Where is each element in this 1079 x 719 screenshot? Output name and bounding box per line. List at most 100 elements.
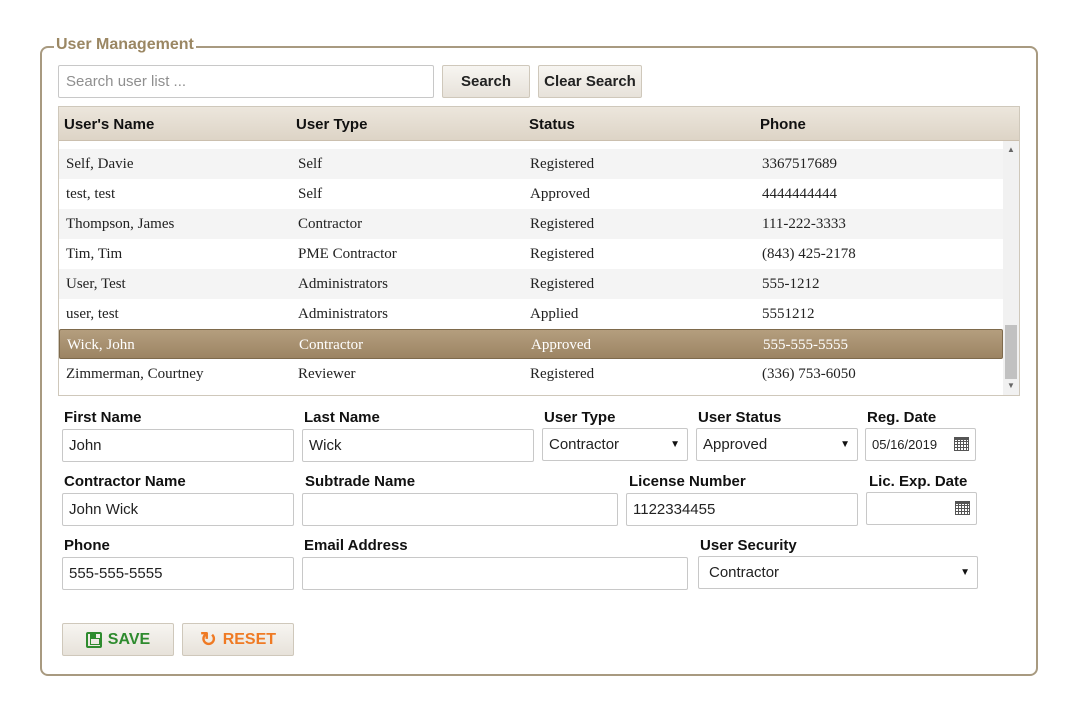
phone-field[interactable]: 555-555-5555 xyxy=(62,557,294,590)
user-security-value: Contractor xyxy=(709,564,780,581)
table-row[interactable]: User, Test Administrators Registered 555-12… xyxy=(59,269,1003,299)
table-cell: Thompson, James xyxy=(66,216,175,232)
table-cell: Administrators xyxy=(298,276,388,292)
table-row[interactable]: test, test Self Approved 4444444444 xyxy=(59,179,1003,209)
save-button[interactable]: SAVE xyxy=(62,623,174,656)
table-cell: Contractor xyxy=(299,337,364,353)
user-grid: User's Name User Type Status Phone Rossm… xyxy=(58,106,1020,396)
table-cell: Registered xyxy=(530,276,595,292)
table-cell: Self xyxy=(298,186,323,202)
column-header-status[interactable]: Status xyxy=(529,116,575,133)
table-cell: Approved xyxy=(530,186,590,202)
user-status-label: User Status xyxy=(698,409,782,426)
table-cell: 3367517689 xyxy=(762,156,837,172)
table-cell: (843) 425-2178 xyxy=(762,246,856,262)
reg-date-field[interactable]: 05/16/2019 xyxy=(865,428,976,461)
phone-label: Phone xyxy=(64,537,110,554)
table-cell: Rossmann, George xyxy=(66,141,180,143)
user-status-select[interactable]: Approved ▼ xyxy=(696,428,858,461)
scroll-up-arrow-icon[interactable]: ▲ xyxy=(1003,143,1019,157)
table-cell: 555-1212 xyxy=(762,276,820,292)
scroll-down-arrow-icon[interactable]: ▼ xyxy=(1003,379,1019,393)
floppy-disk-icon xyxy=(85,631,102,648)
table-cell: Applied xyxy=(530,306,579,322)
table-cell: Self xyxy=(298,156,323,172)
reg-date-label: Reg. Date xyxy=(867,409,937,426)
table-cell: Tim, Tim xyxy=(66,246,123,262)
user-type-label: User Type xyxy=(544,409,616,426)
calendar-icon[interactable] xyxy=(954,437,969,451)
lic-exp-date-field[interactable] xyxy=(866,492,977,525)
reset-button[interactable]: ↻ RESET xyxy=(182,623,294,656)
grid-body: Rossmann, George Contractor Registered (843… xyxy=(59,141,1003,395)
subtrade-name-field[interactable] xyxy=(302,493,618,526)
dropdown-arrow-icon: ▼ xyxy=(840,439,850,450)
column-header-user-type[interactable]: User Type xyxy=(296,116,367,133)
table-cell: (843) 822-1716 xyxy=(762,141,856,143)
panel-title: User Management xyxy=(54,36,196,54)
clear-search-button[interactable]: Clear Search xyxy=(538,65,642,98)
table-cell: Self, Davie xyxy=(66,156,134,172)
table-cell: 111-222-3333 xyxy=(762,216,846,232)
table-cell: Administrators xyxy=(298,306,388,322)
user-security-select[interactable]: Contractor ▼ xyxy=(698,556,978,589)
table-cell: 555-555-5555 xyxy=(763,337,848,353)
table-cell: test, test xyxy=(66,186,116,202)
lic-exp-date-label: Lic. Exp. Date xyxy=(869,473,968,490)
table-cell: Registered xyxy=(530,156,595,172)
table-cell: Registered xyxy=(530,246,595,262)
email-address-field[interactable] xyxy=(302,557,688,590)
search-input[interactable] xyxy=(58,65,434,98)
table-cell: 4444444444 xyxy=(762,186,837,202)
table-row[interactable]: Thompson, James Contractor Registered 111-2… xyxy=(59,209,1003,239)
last-name-label: Last Name xyxy=(304,409,380,426)
table-cell: (336) 753-6050 xyxy=(762,366,856,382)
table-row[interactable]: Self, Davie Self Registered 3367517689 xyxy=(59,149,1003,179)
grid-rows: Rossmann, George Contractor Registered (843… xyxy=(59,141,1003,389)
reg-date-value: 05/16/2019 xyxy=(872,437,938,452)
first-name-label: First Name xyxy=(64,409,142,426)
table-cell: 5551212 xyxy=(762,306,815,322)
dropdown-arrow-icon: ▼ xyxy=(960,567,970,578)
user-status-value: Approved xyxy=(703,436,768,453)
column-header-name[interactable]: User's Name xyxy=(64,116,154,133)
user-type-select[interactable]: Contractor ▼ xyxy=(542,428,688,461)
first-name-field[interactable]: John xyxy=(62,429,294,462)
table-cell: Contractor xyxy=(298,141,362,143)
table-cell: Contractor xyxy=(298,216,363,232)
scroll-thumb[interactable] xyxy=(1005,325,1017,379)
reset-label: RESET xyxy=(222,630,277,648)
contractor-name-label: Contractor Name xyxy=(64,473,186,490)
table-row[interactable]: Rossmann, George Contractor Registered (843… xyxy=(59,141,1003,149)
refresh-icon: ↻ xyxy=(199,628,217,651)
table-cell: Zimmerman, Courtney xyxy=(66,366,204,382)
table-cell: PME Contractor xyxy=(298,246,397,262)
table-cell: Registered xyxy=(530,141,594,143)
license-number-field[interactable]: 1122334455 xyxy=(626,493,858,526)
table-row[interactable]: user, test Administrators Applied 5551212 xyxy=(59,299,1003,329)
table-row[interactable]: Wick, John Contractor Approved 555-555-5555 xyxy=(59,329,1003,359)
user-security-label: User Security xyxy=(700,537,797,554)
table-cell: Registered xyxy=(530,216,595,232)
table-row[interactable]: Zimmerman, Courtney Reviewer Registered (33… xyxy=(59,359,1003,389)
save-label: SAVE xyxy=(107,630,151,648)
table-cell: Approved xyxy=(531,337,591,353)
grid-scrollbar[interactable]: ▲ ▼ xyxy=(1003,141,1019,395)
last-name-field[interactable]: Wick xyxy=(302,429,534,462)
subtrade-name-label: Subtrade Name xyxy=(305,473,416,490)
dropdown-arrow-icon: ▼ xyxy=(670,439,680,450)
calendar-icon[interactable] xyxy=(955,501,970,515)
table-cell: user, test xyxy=(66,306,119,322)
table-cell: Registered xyxy=(530,366,595,382)
column-header-phone[interactable]: Phone xyxy=(760,116,806,133)
table-cell: Wick, John xyxy=(67,337,135,353)
table-row[interactable]: Tim, Tim PME Contractor Registered (843) 42… xyxy=(59,239,1003,269)
table-cell: User, Test xyxy=(66,276,126,292)
table-cell: Reviewer xyxy=(298,366,356,382)
user-type-value: Contractor xyxy=(549,436,620,453)
grid-header: User's Name User Type Status Phone xyxy=(59,107,1019,141)
license-number-label: License Number xyxy=(629,473,746,490)
search-button[interactable]: Search xyxy=(442,65,530,98)
contractor-name-field[interactable]: John Wick xyxy=(62,493,294,526)
email-address-label: Email Address xyxy=(304,537,408,554)
